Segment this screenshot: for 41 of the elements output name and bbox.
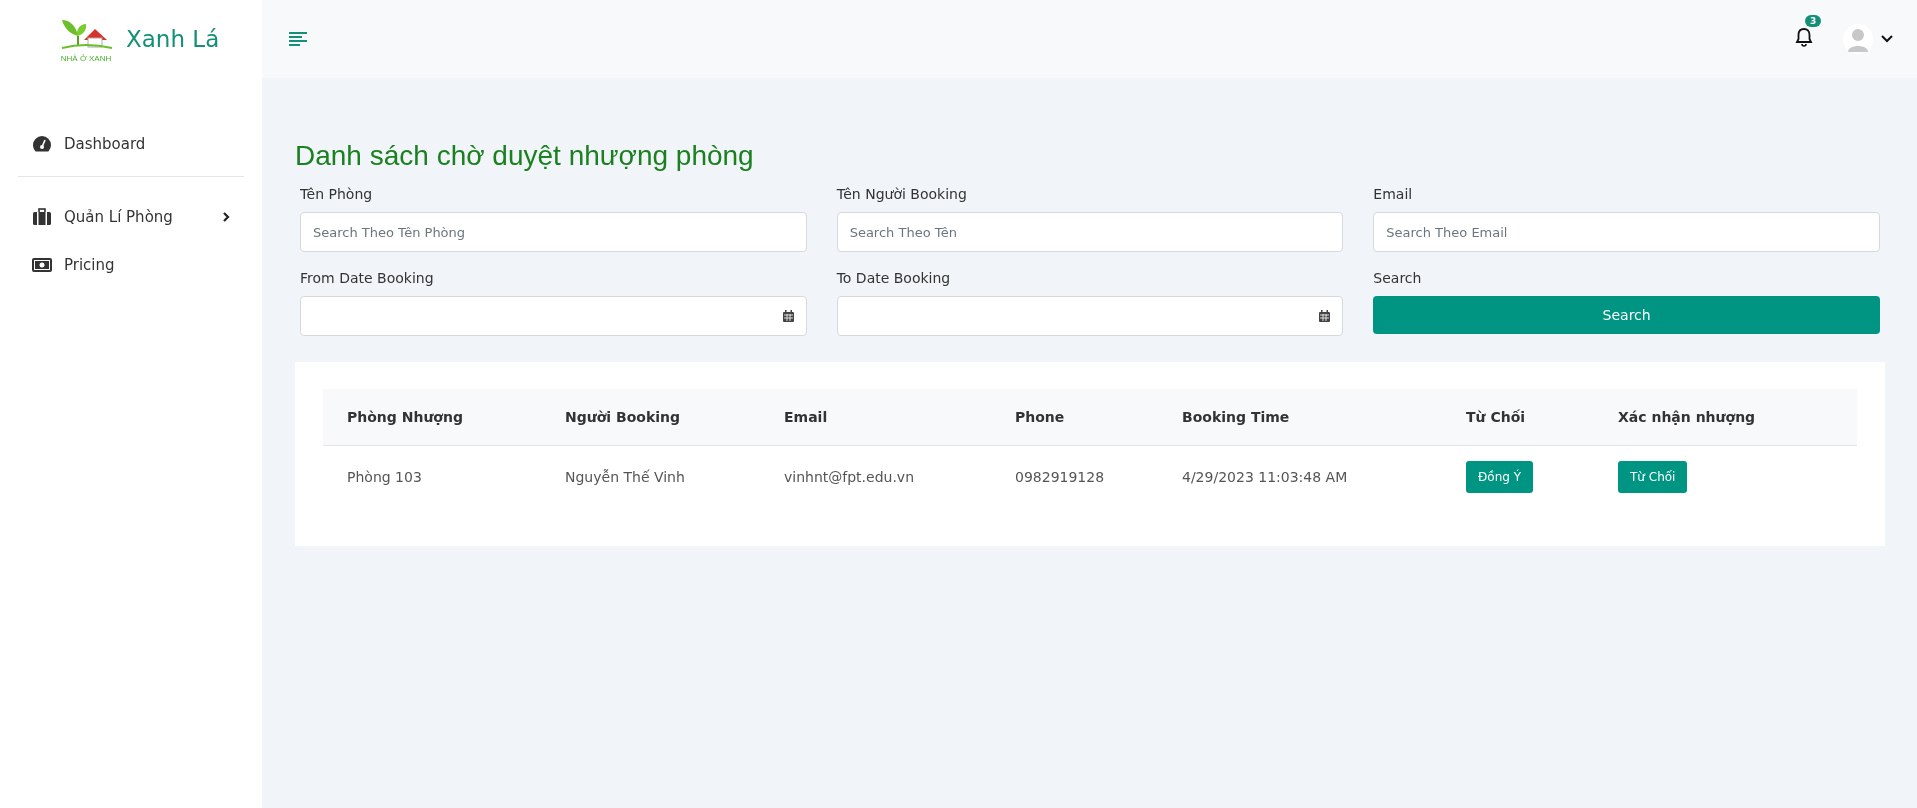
- sidebar-item[interactable]: Pricing: [0, 241, 262, 289]
- calendar-icon: [782, 310, 794, 322]
- page-title: Danh sách chờ duyệt nhượng phòng: [295, 140, 755, 172]
- calendar-icon: [1319, 310, 1331, 322]
- logo-caption: NHÀ Ở XANH: [60, 53, 112, 63]
- sidebar-item[interactable]: Quản Lí Phòng: [0, 193, 262, 241]
- field-label: Tên Người Booking: [836, 186, 968, 202]
- search-field[interactable]: Search Theo Tên Phòng: [300, 212, 807, 252]
- column-header: Xác nhận nhượng: [1618, 409, 1756, 425]
- column-header: Booking Time: [1182, 409, 1290, 425]
- notification-badge: 3: [1805, 15, 1822, 27]
- search-field[interactable]: Search Theo Tên: [836, 212, 1344, 252]
- reject-button[interactable]: Từ Chối: [1618, 461, 1688, 493]
- table-cell: vinhnt@fpt.edu.vn: [784, 469, 915, 485]
- banknote-icon: [32, 258, 52, 272]
- chevron-down-icon[interactable]: [1881, 35, 1893, 43]
- table-cell: 0982919128: [1015, 469, 1105, 485]
- field-label: Search: [1373, 270, 1423, 286]
- bell-icon[interactable]: [1795, 27, 1813, 47]
- column-header: Phone: [1015, 409, 1065, 425]
- accept-button[interactable]: Đồng Ý: [1466, 461, 1533, 493]
- field-label: To Date Booking: [836, 270, 952, 286]
- date-field[interactable]: [836, 296, 1344, 336]
- column-header: Từ Chối: [1466, 409, 1526, 425]
- brand-name: Xanh Lá: [126, 26, 220, 52]
- table-cell: Nguyễn Thế Vinh: [565, 469, 685, 485]
- menu-icon[interactable]: [288, 31, 308, 47]
- sidebar-item[interactable]: Dashboard: [0, 120, 262, 168]
- search-button[interactable]: Search: [1373, 296, 1880, 334]
- search-field[interactable]: Search Theo Email: [1373, 212, 1880, 252]
- suitcase-icon: [32, 208, 52, 226]
- dashboard-icon: [32, 135, 52, 153]
- column-header: Phòng Nhượng: [347, 409, 463, 425]
- table-cell: Phòng 103: [347, 469, 422, 485]
- field-label: From Date Booking: [300, 270, 435, 286]
- field-label: Email: [1373, 186, 1414, 202]
- date-field[interactable]: [300, 296, 807, 336]
- table-cell: 4/29/2023 11:03:48 AM: [1182, 469, 1348, 485]
- field-label: Tên Phòng: [300, 186, 374, 202]
- column-header: Người Booking: [565, 409, 680, 425]
- column-header: Email: [784, 409, 828, 425]
